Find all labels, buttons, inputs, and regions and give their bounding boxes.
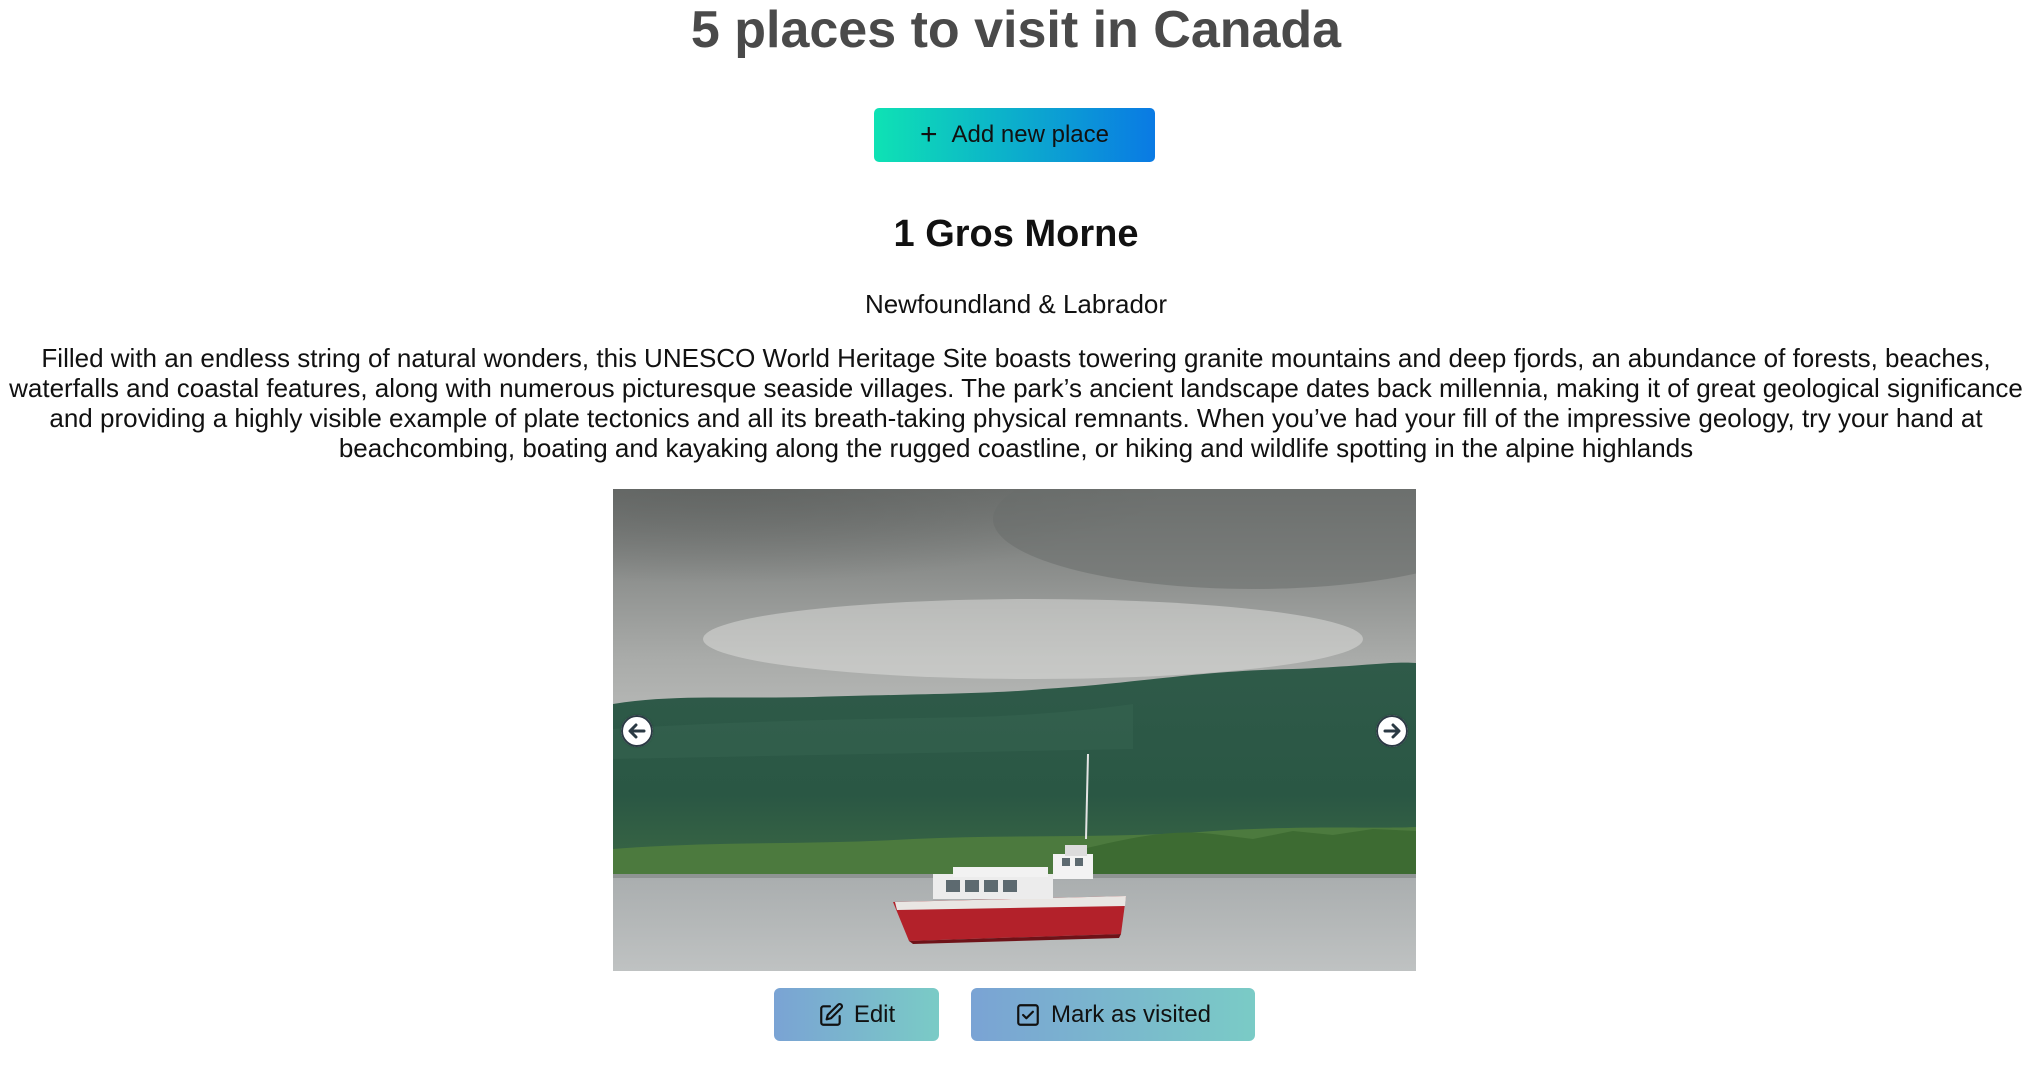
place-region: Newfoundland & Labrador [864, 289, 1168, 319]
add-new-place-button[interactable]: + Add new place [874, 108, 1155, 162]
page: 5 places to visit in Canada + Add new pl… [0, 0, 2032, 1076]
page-title: 5 places to visit in Canada [690, 1, 1342, 59]
place-description: Filled with an endless string of natural… [9, 343, 2023, 463]
plus-icon: + [920, 118, 938, 151]
arrow-right-icon [1376, 715, 1408, 747]
mark-as-visited-label: Mark as visited [1050, 1000, 1212, 1028]
edit-icon [818, 1002, 844, 1028]
place-photo [613, 489, 1416, 971]
add-new-place-label: Add new place [951, 121, 1109, 148]
edit-label: Edit [853, 1000, 896, 1028]
carousel-next-button[interactable] [1376, 715, 1408, 747]
image-carousel [613, 489, 1416, 971]
arrow-left-icon [621, 715, 653, 747]
edit-button[interactable]: Edit [774, 988, 939, 1041]
mark-as-visited-button[interactable]: Mark as visited [971, 988, 1255, 1041]
place-title: 1 Gros Morne [893, 213, 1139, 255]
carousel-prev-button[interactable] [621, 715, 653, 747]
checkbox-icon [1015, 1002, 1041, 1028]
